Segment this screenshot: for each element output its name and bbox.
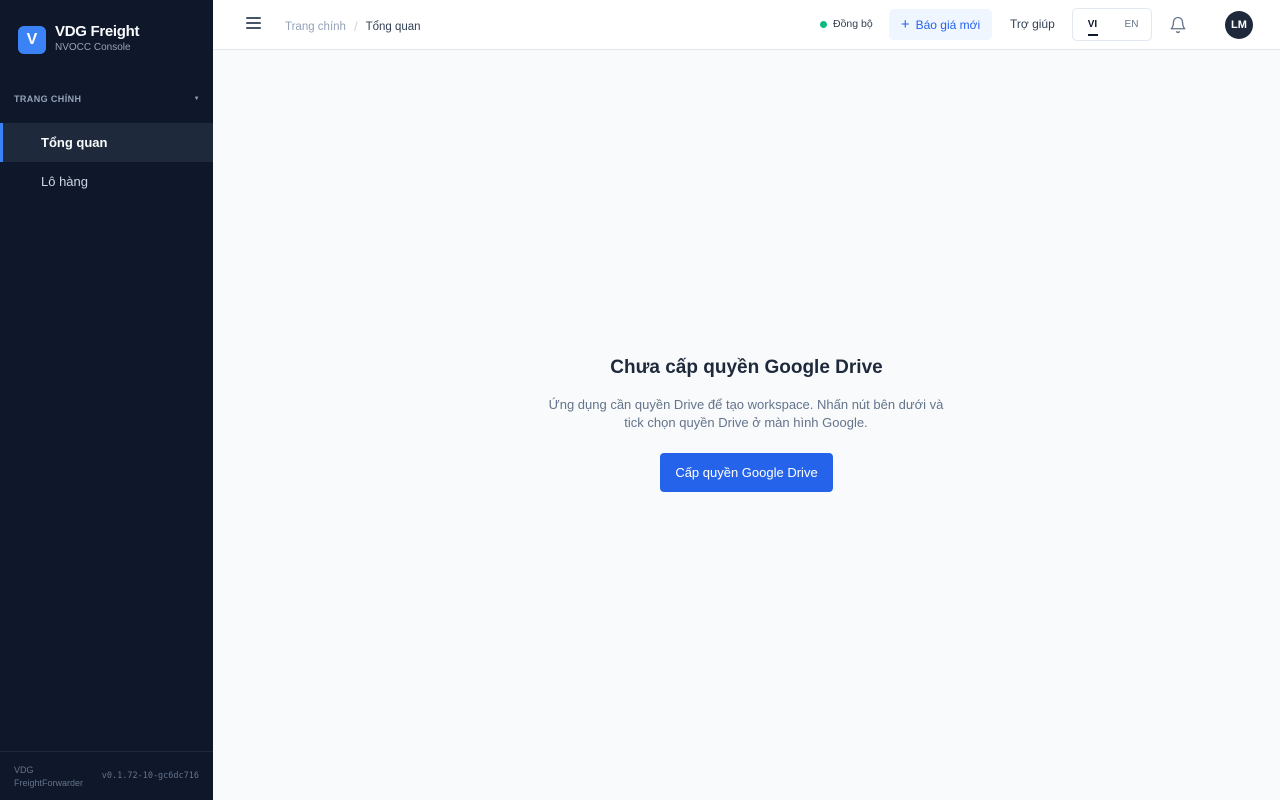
sidebar-item-label: Lô hàng (41, 174, 88, 189)
sidebar-section-toggle[interactable]: TRANG CHÍNH ▼ (14, 94, 200, 104)
empty-state-description: Ứng dụng cần quyền Drive để tạo workspac… (548, 397, 944, 430)
sync-label: Đồng bộ (833, 18, 873, 30)
brand-logo: V (18, 25, 46, 54)
sidebar-item-overview[interactable]: Tổng quan (0, 123, 213, 162)
bell-icon[interactable] (1169, 16, 1187, 34)
empty-state-title: Chưa cấp quyền Google Drive (610, 357, 883, 378)
brand-title: VDG Freight (55, 23, 140, 40)
avatar[interactable]: LM (1225, 11, 1253, 39)
caret-down-icon: ▼ (193, 96, 200, 102)
sidebar-footer: VDG FreightForwarder v0.1.72-10-gc6dc716 (0, 751, 213, 800)
sidebar: V VDG Freight NVOCC Console TRANG CHÍNH … (0, 0, 213, 800)
app-name: VDG FreightForwarder (14, 765, 84, 788)
main-content: Chưa cấp quyền Google Drive Ứng dụng cần… (213, 50, 1280, 800)
sidebar-item-label: Tổng quan (41, 135, 108, 150)
lang-option-en[interactable]: EN (1112, 19, 1151, 30)
brand[interactable]: V VDG Freight NVOCC Console (18, 23, 140, 55)
new-quote-button[interactable]: + Báo giá mới (889, 9, 992, 40)
breadcrumb-separator: / (353, 19, 358, 34)
sidebar-section-title: TRANG CHÍNH (14, 94, 82, 104)
sidebar-item-shipments[interactable]: Lô hàng (0, 162, 213, 201)
plus-icon: + (900, 15, 910, 33)
status-dot-icon (820, 20, 827, 28)
breadcrumb: Trang chính / Tổng quan (285, 19, 421, 34)
brand-text: VDG Freight NVOCC Console (55, 23, 140, 55)
breadcrumb-current: Tổng quan (365, 20, 421, 33)
grant-drive-button[interactable]: Cấp quyền Google Drive (660, 453, 833, 492)
top-header: Trang chính / Tổng quan Đồng bộ + Báo gi… (213, 0, 1280, 50)
lang-option-vi[interactable]: VI (1073, 19, 1112, 36)
app-version: v0.1.72-10-gc6dc716 (101, 771, 199, 781)
new-quote-label: Báo giá mới (915, 17, 981, 32)
language-switcher: VI EN (1072, 8, 1152, 41)
help-link[interactable]: Trợ giúp (1010, 17, 1055, 31)
brand-subtitle: NVOCC Console (55, 42, 131, 53)
hamburger-icon[interactable] (246, 17, 261, 31)
sync-status: Đồng bộ (820, 18, 873, 30)
breadcrumb-parent[interactable]: Trang chính (285, 21, 346, 33)
